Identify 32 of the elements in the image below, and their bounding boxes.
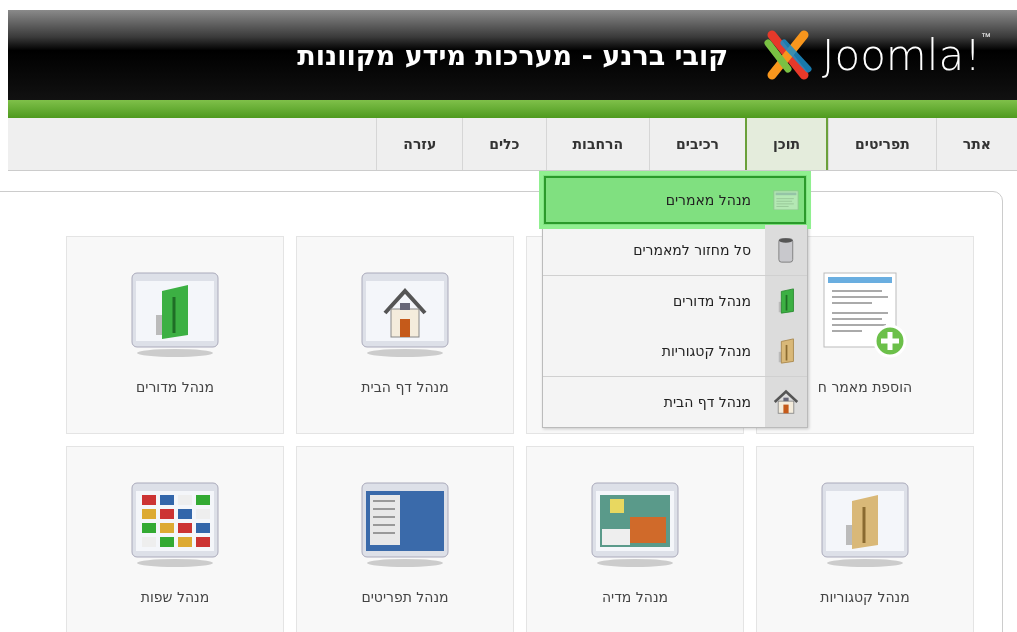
shortcut-card[interactable]: מנהל מדיה — [526, 446, 744, 632]
folder-window-icon — [820, 479, 910, 569]
menu-tab[interactable]: תוכן — [745, 118, 829, 170]
shortcut-card[interactable]: מנהל קטגוריות — [756, 446, 974, 632]
shortcut-card[interactable]: מנהל דף הבית — [296, 236, 514, 434]
menu-tab[interactable]: רכיבים — [649, 118, 745, 170]
shortcut-card[interactable]: מנהל תפריטים — [296, 446, 514, 632]
shortcut-label: מנהל קטגוריות — [820, 589, 910, 605]
menu-tab[interactable]: כלים — [462, 118, 546, 170]
menu-tab[interactable]: אתר — [935, 118, 1017, 170]
shortcut-label: מנהל תפריטים — [361, 589, 449, 605]
menu-window-icon — [360, 479, 450, 569]
shortcut-label: מנהל מדיה — [601, 589, 669, 605]
house-icon — [773, 389, 799, 415]
menu-tab[interactable]: עזרה — [376, 118, 463, 170]
flags-window-icon — [130, 479, 220, 569]
logo-text: Joomla!$^{™}$ — [822, 30, 991, 80]
folder-window-icon — [130, 269, 220, 359]
picture-window-icon — [590, 479, 680, 569]
site-title: קובי ברנע - מערכות מידע מקוונות — [297, 39, 729, 71]
folder-icon — [776, 288, 796, 314]
menu-tab[interactable]: הרחבות — [545, 118, 650, 170]
shortcut-label: מנהל דף הבית — [361, 379, 449, 395]
house-window-icon — [360, 269, 450, 359]
shortcut-label: הוספת מאמר ח — [817, 379, 913, 395]
trash-can-icon — [778, 237, 794, 263]
shortcut-label: מנהל שפות — [140, 589, 210, 605]
shortcut-label: מנהל מדורים — [136, 379, 214, 395]
folder-icon — [776, 338, 796, 364]
document-icon — [773, 189, 799, 211]
shortcut-card[interactable]: מנהל שפות — [66, 446, 284, 632]
shortcut-card[interactable]: מנהל מדורים — [66, 236, 284, 434]
